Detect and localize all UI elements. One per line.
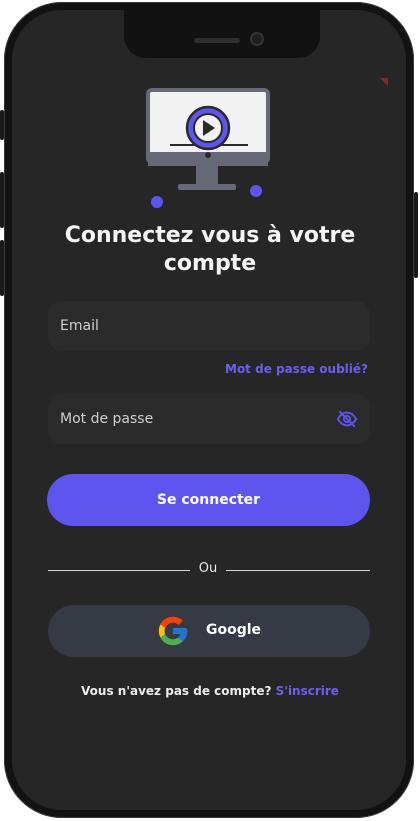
silent-switch: [0, 110, 4, 140]
password-field-container: [48, 394, 370, 444]
google-button-label: Google: [206, 622, 262, 638]
notch: [124, 10, 320, 58]
volume-up-button: [0, 172, 4, 228]
google-g-icon: [158, 616, 188, 646]
power-button: [414, 192, 418, 278]
or-label: Ou: [198, 561, 218, 576]
google-signin-button[interactable]: Google: [48, 605, 370, 657]
eye-off-icon[interactable]: [336, 408, 358, 430]
speaker-grille: [194, 38, 240, 43]
page-title: Connectez vous à votre compte: [20, 222, 400, 278]
no-account-text: Vous n'avez pas de compte?: [81, 684, 272, 698]
volume-down-button: [0, 240, 4, 296]
corner-indicator: [380, 78, 388, 86]
or-divider: Ou: [48, 560, 370, 580]
front-camera: [250, 32, 264, 46]
divider-line-left: [48, 570, 190, 571]
password-field[interactable]: [60, 394, 330, 444]
signup-link[interactable]: S'inscrire: [276, 684, 339, 698]
signup-prompt: Vous n'avez pas de compte? S'inscrire: [0, 684, 420, 698]
email-field[interactable]: [60, 301, 330, 351]
forgot-password-link[interactable]: Mot de passe oublié?: [225, 362, 368, 376]
email-field-container: [48, 301, 370, 351]
monitor-play-icon: [146, 88, 270, 208]
login-button[interactable]: Se connecter: [47, 474, 370, 526]
page-title-line-2: compte: [163, 251, 257, 276]
page-title-line-1: Connectez vous à votre: [64, 223, 356, 248]
divider-line-right: [226, 570, 370, 571]
